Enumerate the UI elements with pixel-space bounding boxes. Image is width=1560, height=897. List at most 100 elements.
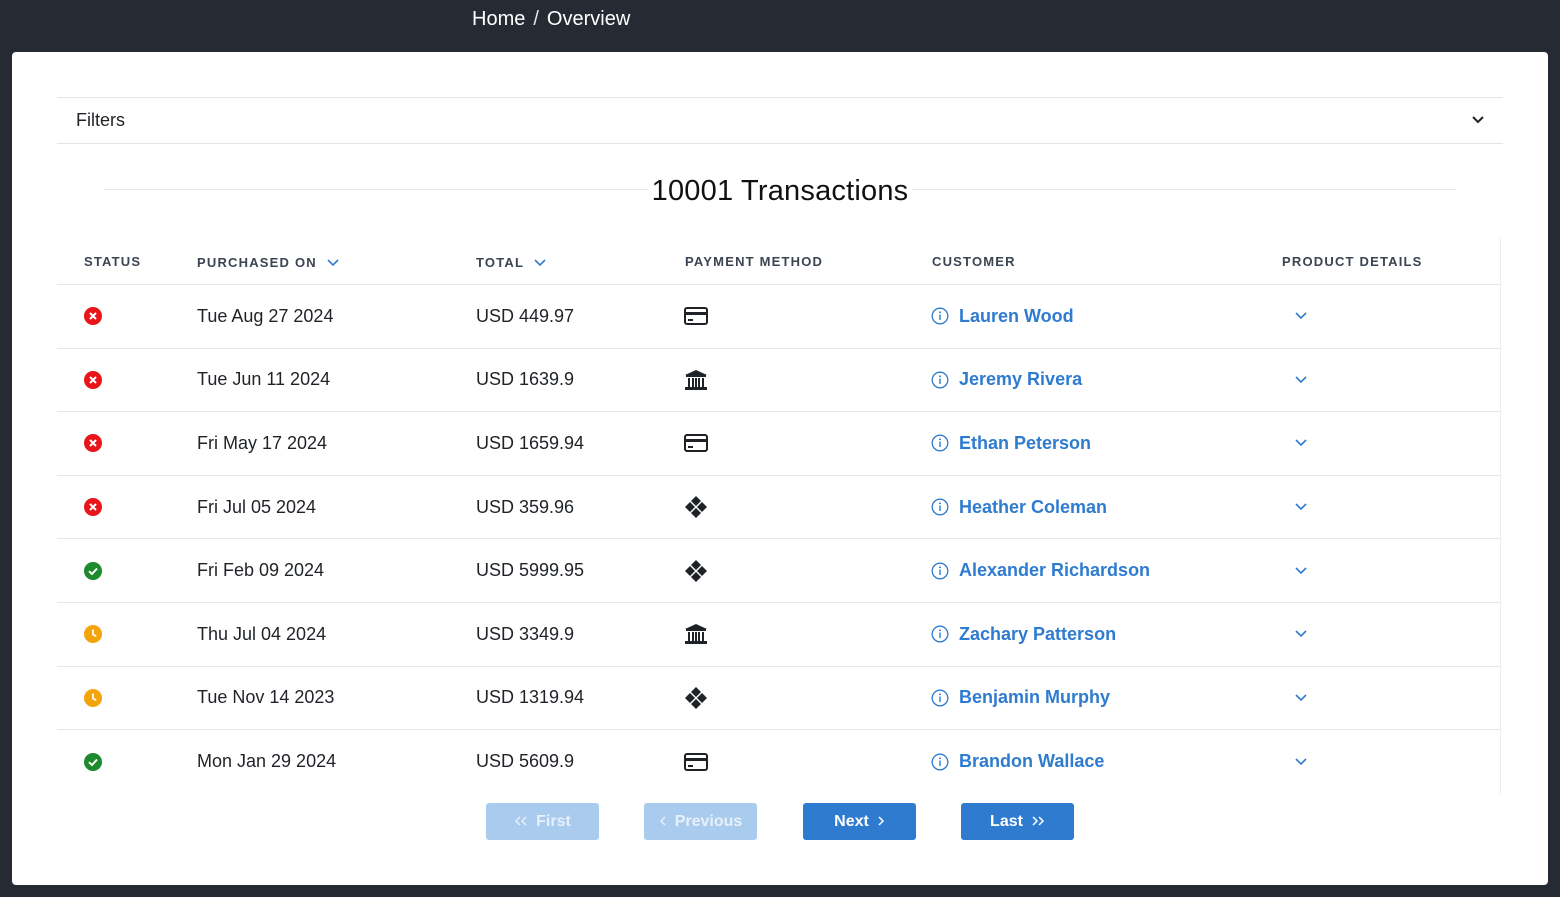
customer-link[interactable]: Heather Coleman bbox=[959, 497, 1107, 518]
customer-cell: Alexander Richardson bbox=[931, 539, 1150, 602]
expand-product-details-button[interactable] bbox=[1295, 476, 1307, 539]
total-amount: USD 359.96 bbox=[476, 496, 575, 517]
total-amount: USD 5609.9 bbox=[476, 751, 575, 772]
info-icon[interactable] bbox=[931, 371, 949, 389]
sort-chevron-icon[interactable] bbox=[534, 255, 546, 270]
pix-icon bbox=[684, 667, 708, 730]
chevron-down-icon bbox=[1471, 112, 1485, 130]
total-amount: USD 449.97 bbox=[476, 305, 575, 326]
expand-product-details-button[interactable] bbox=[1295, 730, 1307, 794]
status-failed-icon bbox=[84, 285, 102, 348]
purchase-date: Tue Nov 14 2023 bbox=[197, 687, 335, 708]
customer-link[interactable]: Jeremy Rivera bbox=[959, 369, 1082, 390]
pagination: First Previous Next Last bbox=[486, 803, 1076, 840]
table-header: STATUS PURCHASED ON TOTAL PAYMENT METHOD… bbox=[57, 238, 1500, 285]
last-page-button[interactable]: Last bbox=[961, 803, 1074, 840]
customer-cell: Jeremy Rivera bbox=[931, 349, 1082, 412]
double-chevron-left-icon bbox=[514, 813, 528, 831]
chevron-down-icon bbox=[1295, 503, 1307, 511]
table-row: Thu Jul 04 2024 USD 3349.9 Zachary Patters… bbox=[57, 603, 1500, 667]
info-icon[interactable] bbox=[931, 498, 949, 516]
table-body: Tue Aug 27 2024 USD 449.97 Lauren Wood Tue … bbox=[57, 285, 1500, 794]
pix-icon bbox=[684, 476, 708, 539]
chevron-down-icon bbox=[1295, 758, 1307, 766]
sort-chevron-icon[interactable] bbox=[327, 255, 339, 270]
filters-toggle[interactable]: Filters bbox=[57, 97, 1503, 144]
customer-cell: Lauren Wood bbox=[931, 285, 1074, 348]
customer-cell: Zachary Patterson bbox=[931, 603, 1116, 666]
customer-link[interactable]: Zachary Patterson bbox=[959, 624, 1116, 645]
breadcrumb-current: Overview bbox=[546, 8, 631, 30]
status-pending-icon bbox=[84, 667, 102, 730]
status-pending-icon bbox=[84, 603, 102, 666]
expand-product-details-button[interactable] bbox=[1295, 539, 1307, 602]
credit-card-icon bbox=[684, 285, 708, 348]
customer-link[interactable]: Brandon Wallace bbox=[959, 751, 1104, 772]
info-icon[interactable] bbox=[931, 307, 949, 325]
status-success-icon bbox=[84, 730, 102, 794]
chevron-down-icon bbox=[1295, 439, 1307, 447]
purchase-date: Fri Jul 05 2024 bbox=[197, 496, 317, 517]
bank-icon bbox=[684, 349, 708, 412]
purchase-date: Fri Feb 09 2024 bbox=[197, 560, 325, 581]
info-icon[interactable] bbox=[931, 689, 949, 707]
header-total[interactable]: TOTAL bbox=[476, 255, 546, 270]
status-failed-icon bbox=[84, 476, 102, 539]
chevron-down-icon bbox=[1295, 694, 1307, 702]
chevron-down-icon bbox=[1295, 567, 1307, 575]
chevron-down-icon bbox=[1295, 630, 1307, 638]
bank-icon bbox=[684, 603, 708, 666]
info-icon[interactable] bbox=[931, 625, 949, 643]
previous-page-button[interactable]: Previous bbox=[644, 803, 757, 840]
table-row: Fri Jul 05 2024 USD 359.96 Heather Coleman bbox=[57, 476, 1500, 540]
table-row: Tue Nov 14 2023 USD 1319.94 Benjamin Murph… bbox=[57, 667, 1500, 731]
table-row: Tue Jun 11 2024 USD 1639.9 Jeremy Rivera bbox=[57, 349, 1500, 413]
table-row: Mon Jan 29 2024 USD 5609.9 Brandon Wallace bbox=[57, 730, 1500, 794]
customer-link[interactable]: Benjamin Murphy bbox=[959, 687, 1110, 708]
next-page-button[interactable]: Next bbox=[803, 803, 916, 840]
breadcrumb-home[interactable]: Home bbox=[472, 7, 525, 31]
customer-link[interactable]: Lauren Wood bbox=[959, 306, 1074, 327]
credit-card-icon bbox=[684, 730, 708, 794]
chevron-down-icon bbox=[1295, 376, 1307, 384]
expand-product-details-button[interactable] bbox=[1295, 285, 1307, 348]
top-bar: Home / Overview bbox=[0, 0, 1560, 52]
purchase-date: Mon Jan 29 2024 bbox=[197, 751, 337, 772]
page-title-row: 10001 Transactions bbox=[104, 174, 1456, 208]
total-amount: USD 5999.95 bbox=[476, 560, 585, 581]
status-success-icon bbox=[84, 539, 102, 602]
pix-icon bbox=[684, 539, 708, 602]
purchase-date: Tue Aug 27 2024 bbox=[197, 305, 334, 326]
total-amount: USD 1659.94 bbox=[476, 432, 585, 453]
customer-link[interactable]: Alexander Richardson bbox=[959, 560, 1150, 581]
expand-product-details-button[interactable] bbox=[1295, 603, 1307, 666]
chevron-right-icon bbox=[877, 813, 885, 831]
table-row: Fri May 17 2024 USD 1659.94 Ethan Peterson bbox=[57, 412, 1500, 476]
total-amount: USD 1319.94 bbox=[476, 687, 585, 708]
table-row: Tue Aug 27 2024 USD 449.97 Lauren Wood bbox=[57, 285, 1500, 349]
expand-product-details-button[interactable] bbox=[1295, 667, 1307, 730]
credit-card-icon bbox=[684, 412, 708, 475]
header-status: STATUS bbox=[84, 254, 142, 269]
customer-cell: Heather Coleman bbox=[931, 476, 1107, 539]
status-failed-icon bbox=[84, 412, 102, 475]
customer-link[interactable]: Ethan Peterson bbox=[959, 433, 1091, 454]
header-payment-method: PAYMENT METHOD bbox=[685, 254, 824, 269]
header-purchased-on[interactable]: PURCHASED ON bbox=[197, 255, 339, 270]
info-icon[interactable] bbox=[931, 434, 949, 452]
info-icon[interactable] bbox=[931, 753, 949, 771]
customer-cell: Ethan Peterson bbox=[931, 412, 1091, 475]
customer-cell: Benjamin Murphy bbox=[931, 667, 1110, 730]
chevron-left-icon bbox=[659, 813, 667, 831]
chevron-down-icon bbox=[1295, 312, 1307, 320]
info-icon[interactable] bbox=[931, 562, 949, 580]
first-page-button[interactable]: First bbox=[486, 803, 599, 840]
purchase-date: Tue Jun 11 2024 bbox=[197, 369, 331, 390]
expand-product-details-button[interactable] bbox=[1295, 412, 1307, 475]
header-product-details: PRODUCT DETAILS bbox=[1282, 254, 1423, 269]
main-card: Filters 10001 Transactions STATUS PURCHA… bbox=[12, 52, 1548, 885]
filters-label: Filters bbox=[76, 110, 125, 130]
transactions-table: STATUS PURCHASED ON TOTAL PAYMENT METHOD… bbox=[57, 238, 1501, 794]
expand-product-details-button[interactable] bbox=[1295, 349, 1307, 412]
header-customer: CUSTOMER bbox=[932, 254, 1016, 269]
